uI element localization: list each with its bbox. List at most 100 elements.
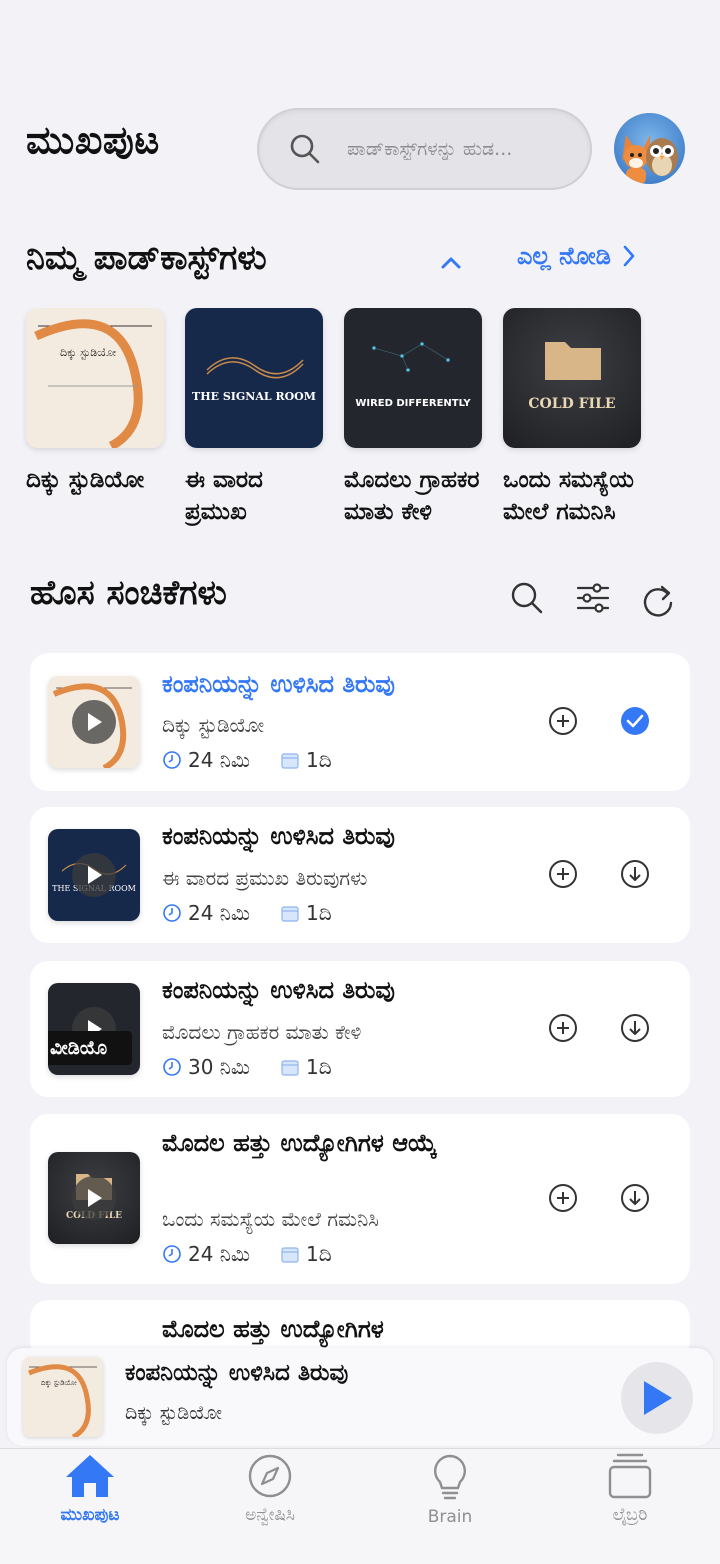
episode-podcast: ದಿಕ್ಕು ಸ್ಟುಡಿಯೋ — [162, 713, 265, 737]
section-title-new-episodes: ಹೊಸ ಸಂಚಿಕೆಗಳು — [30, 573, 227, 613]
library-icon — [608, 1453, 652, 1499]
tab-library[interactable]: ಲೈಬ್ರರಿ — [560, 1453, 700, 1525]
play-icon — [72, 853, 116, 897]
calendar-icon — [281, 906, 299, 922]
clock-icon — [163, 1245, 181, 1263]
tab-label: Brain — [427, 1507, 473, 1527]
calendar-icon — [281, 1247, 299, 1263]
clock-icon — [163, 904, 181, 922]
chevron-up-icon[interactable] — [438, 250, 464, 276]
play-icon — [644, 1381, 672, 1415]
compass-icon — [248, 1454, 292, 1498]
episode-age: 1ದಿ — [306, 1055, 332, 1079]
download-icon[interactable] — [620, 859, 650, 889]
podcast-name: ಮೊದಲು ಗ್ರಾಹಕರ ಮಾತು ಕೇಳಿ — [344, 467, 480, 525]
section-title-your-podcasts: ನಿಮ್ಮ ಪಾಡ್‌ಕಾಸ್ಟ್‌ಗಳು — [26, 238, 267, 278]
podcast-card[interactable]: COLD FILE ಒಂದು ಸಮಸ್ಯೆಯ ಮೇಲೆ ಗಮನಿಸಿ — [503, 308, 641, 528]
episode-age: 1ದಿ — [306, 1242, 332, 1266]
cover-text: COLD FILE — [528, 396, 615, 412]
calendar-icon — [281, 1060, 299, 1076]
avatar[interactable] — [614, 113, 685, 184]
tab-bar: ಮುಖಪುಟ ಅನ್ವೇಷಿಸಿ Brain ಲೈಬ್ರರಿ — [0, 1448, 720, 1564]
svg-text:ದಿಕ್ಕು ಸ್ಟುಡಿಯೋ: ದಿಕ್ಕು ಸ್ಟುಡಿಯೋ — [41, 1379, 77, 1388]
episode-thumbnail[interactable] — [48, 676, 140, 768]
tab-home[interactable]: ಮುಖಪುಟ — [20, 1453, 160, 1525]
episode-duration: 24 ನಿಮಿ — [188, 748, 251, 772]
avatar-image — [622, 135, 678, 184]
episode-thumbnail[interactable]: ವೀಡಿಯೊ — [48, 983, 140, 1075]
podcast-card[interactable]: ದಿಕ್ಕು ಸ್ಟುಡಿಯೋ ದಿಕ್ಕು ಸ್ಟುಡಿಯೋ — [26, 308, 164, 528]
podcast-card[interactable]: WIRED DIFFERENTLY ಮೊದಲು ಗ್ರಾಹಕರ ಮಾತು ಕೇಳ… — [344, 308, 482, 528]
podcast-name: ಈ ವಾರದ ಪ್ರಮುಖ ತಿರುವುಗಳು — [185, 467, 263, 525]
download-icon[interactable] — [620, 1013, 650, 1043]
podcast-name: ಒಂದು ಸಮಸ್ಯೆಯ ಮೇಲೆ ಗಮನಿಸಿ — [503, 467, 634, 525]
play-button[interactable] — [621, 1362, 693, 1434]
cover-text: THE SIGNAL ROOM — [192, 390, 316, 403]
header: ಮುಖಪುಟ — [0, 100, 720, 200]
podcasts-carousel[interactable]: ದಿಕ್ಕು ಸ್ಟುಡಿಯೋ ದಿಕ್ಕು ಸ್ಟುಡಿಯೋ THE SIGN… — [0, 308, 720, 528]
see-all-label: ಎಲ್ಲ ನೋಡಿ — [517, 242, 611, 270]
episode-card[interactable]: COLD FILE ಮೊದಲ ಹತ್ತು ಉದ್ಯೋಗಿಗಳ ಆಯ್ಕೆ ಒಂದ… — [30, 1114, 690, 1284]
episode-title: ಕಂಪನಿಯನ್ನು ಉಳಿಸಿದ ತಿರುವು — [162, 670, 395, 698]
mini-player-artwork: ದಿಕ್ಕು ಸ್ಟುಡಿಯೋ — [23, 1357, 103, 1437]
episode-thumbnail[interactable]: COLD FILE — [48, 1152, 140, 1244]
episode-age: 1ದಿ — [306, 748, 332, 772]
calendar-icon — [281, 753, 299, 769]
cover-text: ದಿಕ್ಕು ಸ್ಟುಡಿಯೋ — [60, 346, 117, 360]
podcast-cover: THE SIGNAL ROOM — [185, 308, 323, 448]
page-title: ಮುಖಪುಟ — [26, 118, 160, 162]
episode-card[interactable]: THE SIGNAL ROOM ಕಂಪನಿಯನ್ನು ಉಳಿಸಿದ ತಿರುವು… — [30, 807, 690, 943]
search-input[interactable] — [347, 138, 587, 160]
episode-meta: 30 ನಿಮಿ 1ದಿ — [162, 1055, 362, 1079]
search-bar[interactable] — [257, 108, 592, 190]
add-to-queue-icon[interactable] — [548, 706, 578, 736]
podcast-cover: COLD FILE — [503, 308, 641, 448]
podcast-name: ದಿಕ್ಕು ಸ್ಟುಡಿಯೋ — [26, 467, 145, 493]
mini-player[interactable]: ದಿಕ್ಕು ಸ್ಟುಡಿಯೋ ಕಂಪನಿಯನ್ನು ಉಳಿಸಿದ ತಿರುವು… — [7, 1348, 713, 1446]
play-icon — [72, 700, 116, 744]
search-icon — [290, 134, 320, 164]
podcast-cover: ದಿಕ್ಕು ಸ್ಟುಡಿಯೋ — [26, 308, 164, 448]
downloaded-check-icon[interactable] — [620, 706, 650, 736]
mini-player-podcast: ದಿಕ್ಕು ಸ್ಟುಡಿಯೋ — [125, 1402, 223, 1424]
episode-podcast: ಮೊದಲು ಗ್ರಾಹಕರ ಮಾತು ಕೇಳಿ — [162, 1020, 362, 1044]
download-icon[interactable] — [620, 1183, 650, 1213]
add-to-queue-icon[interactable] — [548, 859, 578, 889]
tab-label: ಅನ್ವೇಷಿಸಿ — [245, 1505, 295, 1525]
episode-meta: 24 ನಿಮಿ 1ದಿ — [162, 1242, 362, 1266]
episode-title: ಕಂಪನಿಯನ್ನು ಉಳಿಸಿದ ತಿರುವು — [162, 822, 395, 850]
episode-duration: 30 ನಿಮಿ — [188, 1055, 251, 1079]
podcast-card[interactable]: THE SIGNAL ROOM ಈ ವಾರದ ಪ್ರಮುಖ ತಿರುವುಗಳು — [185, 308, 323, 528]
episode-podcast: ಒಂದು ಸಮಸ್ಯೆಯ ಮೇಲೆ ಗಮನಿಸಿ — [162, 1207, 379, 1231]
clock-icon — [163, 1058, 181, 1076]
refresh-icon[interactable] — [640, 581, 676, 619]
episode-duration: 24 ನಿಮಿ — [188, 1242, 251, 1266]
episode-podcast: ಈ ವಾರದ ಪ್ರಮುಖ ತಿರುವುಗಳು — [162, 866, 368, 890]
your-podcasts-header: ನಿಮ್ಮ ಪಾಡ್‌ಕಾಸ್ಟ್‌ಗಳು ಎಲ್ಲ ನೋಡಿ — [0, 238, 720, 288]
add-to-queue-icon[interactable] — [548, 1183, 578, 1213]
video-badge: ವೀಡಿಯೊ — [48, 1031, 132, 1065]
new-episodes-header: ಹೊಸ ಸಂಚಿಕೆಗಳು — [0, 573, 720, 623]
tab-label: ಮುಖಪುಟ — [60, 1505, 120, 1525]
episode-card[interactable]: ವೀಡಿಯೊ ಕಂಪನಿಯನ್ನು ಉಳಿಸಿದ ತಿರುವು ಮೊದಲು ಗ್… — [30, 961, 690, 1097]
episode-title: ಮೊದಲ ಹತ್ತು ಉದ್ಯೋಗಿಗಳ — [162, 1315, 384, 1343]
add-to-queue-icon[interactable] — [548, 1013, 578, 1043]
clock-icon — [163, 751, 181, 769]
episode-title: ಕಂಪನಿಯನ್ನು ಉಳಿಸಿದ ತಿರುವು — [162, 976, 395, 1004]
lightbulb-icon — [434, 1454, 466, 1500]
chevron-right-icon — [623, 245, 635, 267]
episode-meta: 24 ನಿಮಿ 1ದಿ — [162, 901, 362, 925]
episode-thumbnail[interactable]: THE SIGNAL ROOM — [48, 829, 140, 921]
see-all-link[interactable]: ಎಲ್ಲ ನೋಡಿ — [517, 242, 637, 270]
episode-card[interactable]: ಕಂಪನಿಯನ್ನು ಉಳಿಸಿದ ತಿರುವು ದಿಕ್ಕು ಸ್ಟುಡಿಯೋ… — [30, 653, 690, 791]
tab-explore[interactable]: ಅನ್ವೇಷಿಸಿ — [200, 1453, 340, 1525]
episode-duration: 24 ನಿಮಿ — [188, 901, 251, 925]
podcast-cover: WIRED DIFFERENTLY — [344, 308, 482, 448]
filter-icon[interactable] — [575, 581, 611, 615]
tab-brain[interactable]: Brain — [380, 1453, 520, 1527]
play-icon — [72, 1176, 116, 1220]
episode-meta: 24 ನಿಮಿ 1ದಿ — [162, 748, 362, 772]
episode-title: ಮೊದಲ ಹತ್ತು ಉದ್ಯೋಗಿಗಳ ಆಯ್ಕೆ — [162, 1129, 437, 1157]
search-icon[interactable] — [510, 581, 544, 615]
home-icon — [66, 1455, 114, 1497]
